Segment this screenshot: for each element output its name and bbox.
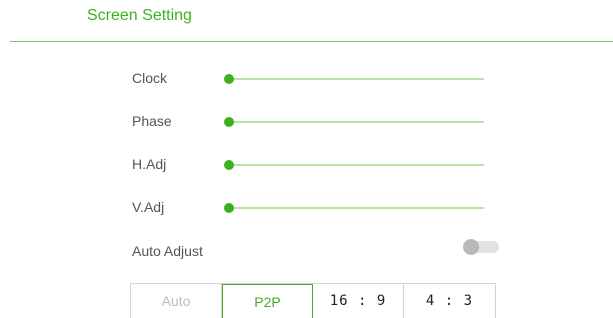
clock-slider[interactable]	[224, 73, 484, 85]
slider-thumb[interactable]	[224, 74, 234, 84]
slider-track	[226, 78, 484, 80]
slider-track	[226, 207, 484, 209]
h-adj-slider[interactable]	[224, 159, 484, 171]
phase-slider[interactable]	[224, 116, 484, 128]
slider-thumb[interactable]	[224, 160, 234, 170]
aspect-16-9-button[interactable]: 16 : 9	[313, 284, 404, 318]
slider-label-phase: Phase	[132, 113, 172, 129]
auto-adjust-label: Auto Adjust	[132, 243, 203, 259]
toggle-knob	[463, 239, 479, 255]
slider-thumb[interactable]	[224, 203, 234, 213]
aspect-auto-button[interactable]: Auto	[131, 284, 222, 318]
slider-label-h-adj: H.Adj	[132, 156, 167, 172]
slider-label-v-adj: V.Adj	[132, 199, 165, 215]
v-adj-slider[interactable]	[224, 202, 484, 214]
slider-track	[226, 164, 484, 166]
auto-adjust-toggle[interactable]	[463, 239, 499, 255]
slider-label-clock: Clock	[132, 70, 168, 86]
slider-track	[226, 121, 484, 123]
page-title: Screen Setting	[87, 7, 192, 24]
slider-thumb[interactable]	[224, 117, 234, 127]
aspect-p2p-button[interactable]: P2P	[222, 284, 313, 318]
header-divider	[10, 41, 613, 42]
aspect-4-3-button[interactable]: 4 : 3	[404, 284, 495, 318]
aspect-ratio-selector: Auto P2P 16 : 9 4 : 3	[130, 283, 496, 318]
